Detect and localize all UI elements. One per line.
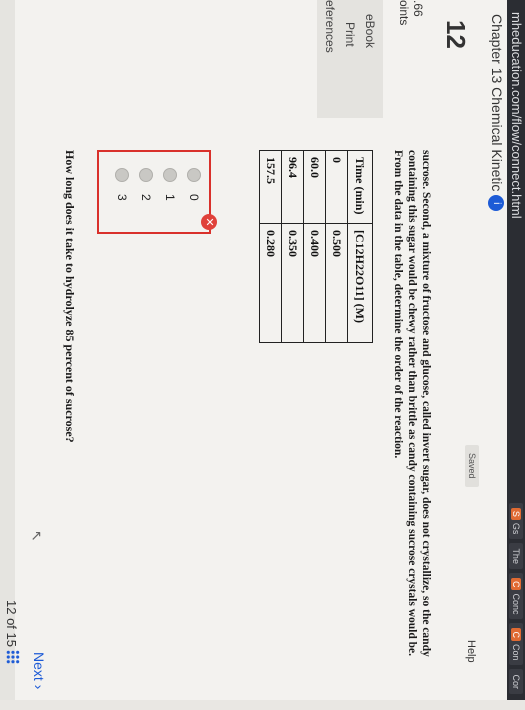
table-header-row: Time (min) [C12H22O11] (M) bbox=[347, 150, 373, 343]
points-value: .66 oints bbox=[397, 0, 425, 26]
answer-option-3[interactable]: 3 bbox=[115, 168, 129, 201]
table-cell: 0.400 bbox=[303, 223, 326, 343]
table-cell: 0 bbox=[325, 150, 348, 224]
cursor-icon: ↖ bbox=[29, 530, 45, 542]
table-cell: 0.500 bbox=[325, 223, 348, 343]
question-text: sucrose. Second, a mixture of fructose a… bbox=[391, 150, 433, 710]
saved-badge: Saved bbox=[465, 445, 479, 487]
browser-topbar: mheducation.com/flow/connect.html SGs Th… bbox=[507, 0, 525, 700]
tab-favicon-icon: C bbox=[511, 577, 521, 591]
browser-tab[interactable]: CConc bbox=[509, 572, 523, 620]
browser-tab[interactable]: CCon bbox=[509, 623, 523, 666]
help-link[interactable]: Help bbox=[465, 640, 477, 663]
radio-button[interactable] bbox=[139, 168, 153, 182]
browser-tab[interactable]: SGs bbox=[509, 502, 523, 540]
column-header-concentration: [C12H22O11] (M) bbox=[347, 223, 373, 343]
question-line: From the data in the table, determine th… bbox=[392, 150, 404, 459]
question-grid-icon[interactable] bbox=[6, 650, 20, 664]
page-counter: 12 of 15 bbox=[4, 600, 19, 647]
incorrect-icon: ✕ bbox=[201, 214, 217, 230]
browser-tab[interactable]: Cor bbox=[509, 669, 523, 694]
table-row: 157.5 0.280 bbox=[259, 150, 282, 343]
table-cell: 60.0 bbox=[303, 150, 326, 224]
radio-button[interactable] bbox=[187, 168, 201, 182]
question-line: sucrose. Second, a mixture of fructose a… bbox=[420, 150, 432, 657]
data-table: Time (min) [C12H22O11] (M) 0 0.500 60.0 … bbox=[259, 150, 373, 343]
sidebar-item-print[interactable]: Print bbox=[343, 22, 357, 47]
screen-stage: mheducation.com/flow/connect.html SGs Th… bbox=[0, 0, 525, 700]
answer-option-2[interactable]: 2 bbox=[139, 168, 153, 201]
footer-bar bbox=[0, 0, 15, 700]
sidebar-item-references[interactable]: eferences bbox=[323, 0, 337, 53]
question-line: containing this sugar would be chewy rat… bbox=[406, 150, 418, 657]
radio-button[interactable] bbox=[115, 168, 129, 182]
table-cell: 157.5 bbox=[259, 150, 282, 224]
browser-tab[interactable]: The bbox=[509, 543, 523, 569]
sidebar-item-ebook[interactable]: eBook bbox=[363, 14, 377, 48]
table-cell: 0.350 bbox=[281, 223, 304, 343]
rotated-page: mheducation.com/flow/connect.html SGs Th… bbox=[0, 0, 525, 700]
answer-option-1[interactable]: 1 bbox=[163, 168, 177, 201]
table-row: 60.0 0.400 bbox=[303, 150, 326, 343]
column-header-time: Time (min) bbox=[347, 150, 373, 224]
tab-favicon-icon: C bbox=[511, 628, 521, 641]
info-icon[interactable]: i bbox=[487, 195, 504, 212]
question-prompt: How long does it take to hydrolyze 85 pe… bbox=[63, 150, 77, 443]
answer-option-0[interactable]: 0 bbox=[187, 168, 201, 201]
table-row: 0 0.500 bbox=[325, 150, 348, 343]
question-number: 12 bbox=[441, 20, 471, 49]
table-cell: 96.4 bbox=[281, 150, 304, 224]
table-cell: 0.280 bbox=[259, 223, 282, 343]
next-button[interactable]: Next › bbox=[31, 652, 47, 689]
browser-tabs: SGs The CConc CCon Cor bbox=[509, 502, 523, 694]
chapter-title: Chapter 13 Chemical Kinetici bbox=[487, 14, 505, 212]
table-row: 96.4 0.350 bbox=[281, 150, 304, 343]
radio-button[interactable] bbox=[163, 168, 177, 182]
url-bar[interactable]: mheducation.com/flow/connect.html bbox=[509, 12, 524, 219]
tab-favicon-icon: S bbox=[511, 507, 521, 520]
